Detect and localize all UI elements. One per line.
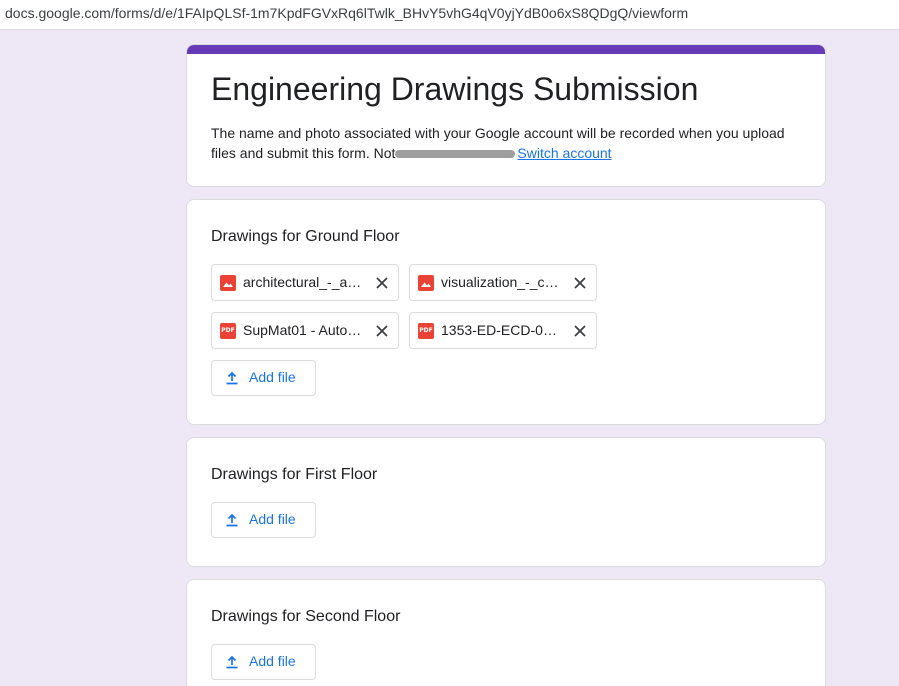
remove-file-icon[interactable] [572,323,588,339]
add-file-label: Add file [249,511,296,527]
remove-file-icon[interactable] [572,275,588,291]
form-title: Engineering Drawings Submission [211,71,699,107]
uploaded-file-chip[interactable]: PDF SupMat01 - Auto… [211,312,399,349]
question-card-second-floor: Drawings for Second Floor Add file [186,579,826,686]
uploaded-file-chip[interactable]: PDF 1353-ED-ECD-01… [409,312,597,349]
upload-icon [225,655,239,674]
question-title: Drawings for Second Floor [211,608,401,625]
upload-icon [225,513,239,532]
file-name: SupMat01 - Auto… [243,322,362,338]
question-title: Drawings for First Floor [211,466,378,483]
file-name: visualization_-_c… [441,274,559,290]
uploaded-file-chip[interactable]: architectural_-_a… [211,264,399,301]
add-file-button[interactable]: Add file [211,644,316,680]
add-file-button[interactable]: Add file [211,502,316,538]
file-name: 1353-ED-ECD-01… [441,322,561,338]
image-file-icon [220,275,236,291]
question-card-first-floor: Drawings for First Floor Add file [186,437,826,567]
switch-account-link[interactable]: Switch account [517,145,611,161]
file-name: architectural_-_a… [243,274,362,290]
remove-file-icon[interactable] [374,323,390,339]
uploaded-file-chip[interactable]: visualization_-_c… [409,264,597,301]
add-file-button[interactable]: Add file [211,360,316,396]
pdf-file-icon: PDF [418,323,434,339]
upload-icon [225,371,239,390]
form-accent-bar [187,45,825,54]
remove-file-icon[interactable] [374,275,390,291]
add-file-label: Add file [249,653,296,669]
address-bar-url[interactable]: docs.google.com/forms/d/e/1FAIpQLSf-1m7K… [5,5,688,21]
image-file-icon [418,275,434,291]
question-title: Drawings for Ground Floor [211,228,400,245]
address-bar[interactable]: docs.google.com/forms/d/e/1FAIpQLSf-1m7K… [0,0,899,30]
redacted-email [395,150,516,159]
form-description: The name and photo associated with your … [211,123,811,163]
add-file-label: Add file [249,369,296,385]
question-card-ground-floor: Drawings for Ground Floor architectural_… [186,199,826,425]
form-header-card: Engineering Drawings Submission The name… [186,44,826,187]
pdf-file-icon: PDF [220,323,236,339]
